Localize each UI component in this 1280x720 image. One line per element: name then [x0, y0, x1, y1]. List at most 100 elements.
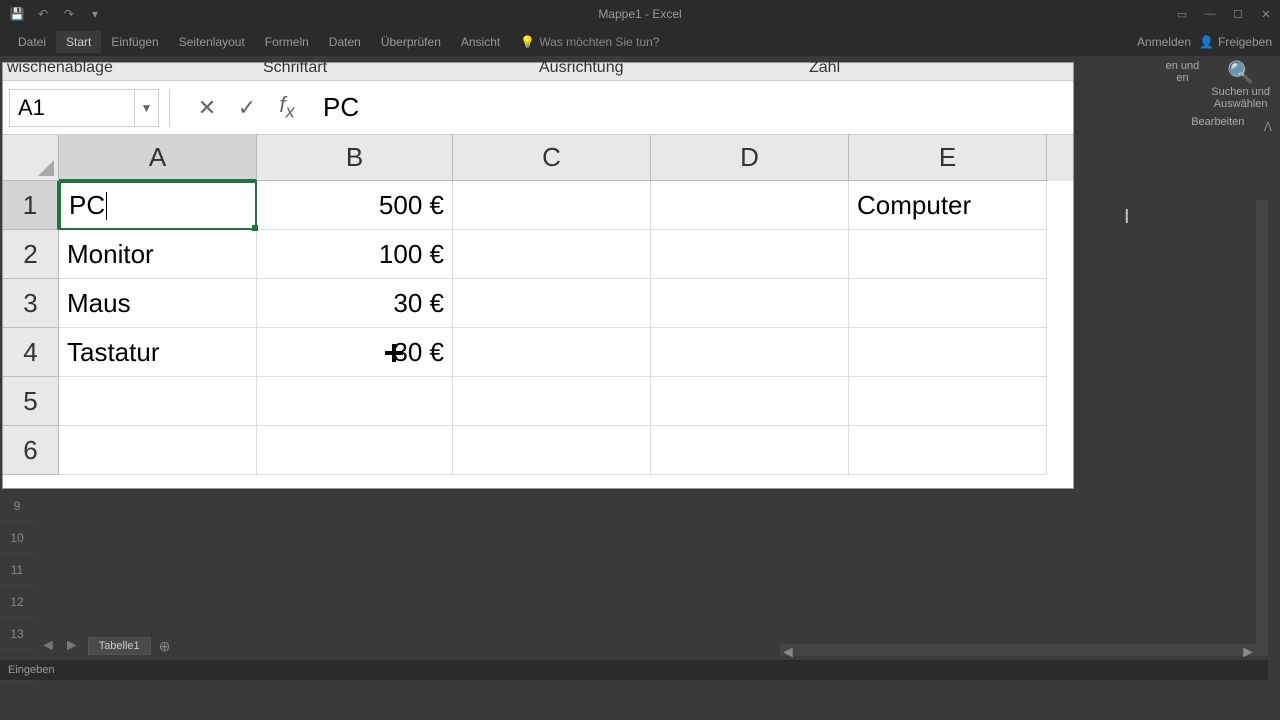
tab-ansicht[interactable]: Ansicht: [451, 31, 510, 53]
cell-C4[interactable]: [453, 328, 651, 377]
name-box[interactable]: A1 ▼: [9, 89, 159, 127]
cell-B1[interactable]: 500 €: [257, 181, 453, 230]
share-label: Freigeben: [1218, 35, 1272, 49]
find-label-1: Suchen und: [1211, 86, 1270, 98]
row-header-4[interactable]: 4: [3, 328, 59, 377]
col-header-B[interactable]: B: [257, 135, 453, 181]
cell-A6[interactable]: [59, 426, 257, 475]
tell-me-label: Was möchten Sie tun?: [539, 35, 659, 49]
cell-D3[interactable]: [651, 279, 849, 328]
cell-A3[interactable]: Maus: [59, 279, 257, 328]
share-icon: 👤: [1199, 35, 1214, 49]
tab-formeln[interactable]: Formeln: [255, 31, 319, 53]
sheet-tab-tabelle1[interactable]: Tabelle1: [88, 637, 151, 655]
share-button[interactable]: 👤 Freigeben: [1199, 35, 1272, 49]
bg-row-12[interactable]: 12: [0, 586, 34, 618]
tab-start[interactable]: Start: [56, 31, 101, 53]
name-box-dropdown-icon[interactable]: ▼: [134, 90, 158, 126]
undo-icon[interactable]: ↶: [34, 5, 52, 23]
col-header-A[interactable]: A: [59, 135, 257, 181]
cell-C6[interactable]: [453, 426, 651, 475]
spreadsheet-grid: A B C D E 1 2 3 4 5 6 PC 500 € Computer …: [3, 135, 1073, 488]
qat-dropdown-icon[interactable]: ▾: [86, 5, 104, 23]
maximize-icon[interactable]: ☐: [1224, 2, 1252, 26]
cell-E1[interactable]: Computer: [849, 181, 1047, 230]
editing-group: en und en 🔍 Suchen und Auswählen Bearbei…: [1166, 60, 1270, 128]
row-header-1[interactable]: 1: [3, 181, 59, 230]
find-label-2: Auswählen: [1214, 98, 1268, 110]
find-select-button[interactable]: 🔍 Suchen und Auswählen: [1211, 60, 1270, 110]
cell-B4[interactable]: 30 €: [257, 328, 453, 377]
cell-E5[interactable]: [849, 377, 1047, 426]
minimize-icon[interactable]: —: [1196, 2, 1224, 26]
cell-D4[interactable]: [651, 328, 849, 377]
row-header-5[interactable]: 5: [3, 377, 59, 426]
edit-caret: [106, 192, 107, 220]
cell-D2[interactable]: [651, 230, 849, 279]
cell-D1[interactable]: [651, 181, 849, 230]
col-header-E[interactable]: E: [849, 135, 1047, 181]
cell-B6[interactable]: [257, 426, 453, 475]
save-icon[interactable]: 💾: [8, 5, 26, 23]
enter-icon[interactable]: ✓: [227, 89, 267, 127]
tab-datei[interactable]: Datei: [8, 31, 56, 53]
cell-E6[interactable]: [849, 426, 1047, 475]
magnified-view: wischenablage Schriftart Ausrichtung Zah…: [3, 63, 1073, 488]
col-header-D[interactable]: D: [651, 135, 849, 181]
row-headers: 1 2 3 4 5 6: [3, 181, 59, 475]
cell-B2[interactable]: 100 €: [257, 230, 453, 279]
bg-row-9[interactable]: 9: [0, 490, 34, 522]
row-header-2[interactable]: 2: [3, 230, 59, 279]
select-all-button[interactable]: [3, 135, 59, 181]
lightbulb-icon: 💡: [520, 35, 535, 49]
redo-icon[interactable]: ↷: [60, 5, 78, 23]
cell-E4[interactable]: [849, 328, 1047, 377]
collapse-ribbon-icon[interactable]: ᐱ: [1264, 120, 1272, 134]
cell-D6[interactable]: [651, 426, 849, 475]
tell-me[interactable]: 💡 Was möchten Sie tun?: [510, 31, 669, 53]
sheet-tabs: ◄ ► Tabelle1 ⊕: [0, 636, 1268, 656]
cell-E2[interactable]: [849, 230, 1047, 279]
bg-row-10[interactable]: 10: [0, 522, 34, 554]
bg-row-11[interactable]: 11: [0, 554, 34, 586]
cell-A5[interactable]: [59, 377, 257, 426]
cell-A1[interactable]: PC: [59, 181, 257, 230]
cell-C2[interactable]: [453, 230, 651, 279]
fx-icon[interactable]: fx: [267, 89, 307, 127]
cancel-icon[interactable]: ✕: [187, 89, 227, 127]
window-controls: ▭ — ☐ ✕: [1168, 2, 1280, 26]
formula-input[interactable]: [307, 89, 1073, 127]
group-number: Zahl: [809, 59, 840, 77]
row-header-3[interactable]: 3: [3, 279, 59, 328]
cell-B3[interactable]: 30 €: [257, 279, 453, 328]
ribbon-options-icon[interactable]: ▭: [1168, 2, 1196, 26]
formula-bar-row: A1 ▼ ✕ ✓ fx: [3, 81, 1073, 135]
cell-D5[interactable]: [651, 377, 849, 426]
tab-seitenlayout[interactable]: Seitenlayout: [169, 31, 255, 53]
bg-row-headers: 9 10 11 12 13 14: [0, 490, 34, 656]
tab-einfuegen[interactable]: Einfügen: [101, 31, 168, 53]
name-box-value: A1: [10, 95, 134, 121]
cell-C3[interactable]: [453, 279, 651, 328]
signin-link[interactable]: Anmelden: [1137, 35, 1191, 49]
cell-A4[interactable]: Tastatur: [59, 328, 257, 377]
editing-section-label: Bearbeiten: [1191, 116, 1244, 128]
add-sheet-icon[interactable]: ⊕: [159, 638, 171, 655]
quick-access-toolbar: 💾 ↶ ↷ ▾: [0, 5, 104, 23]
cells-area: PC 500 € Computer Monitor 100 € Maus 30 …: [59, 181, 1073, 475]
tab-ueberpruefen[interactable]: Überprüfen: [371, 31, 451, 53]
tab-daten[interactable]: Daten: [319, 31, 371, 53]
close-icon[interactable]: ✕: [1252, 2, 1280, 26]
status-mode: Eingeben: [8, 664, 55, 676]
vertical-scrollbar[interactable]: [1256, 200, 1268, 656]
cell-E3[interactable]: [849, 279, 1047, 328]
cell-C5[interactable]: [453, 377, 651, 426]
row-header-6[interactable]: 6: [3, 426, 59, 475]
cell-A2[interactable]: Monitor: [59, 230, 257, 279]
fill-label-1: en und: [1166, 60, 1200, 72]
sheet-nav-prev-icon[interactable]: ◄: [40, 637, 56, 655]
cell-B5[interactable]: [257, 377, 453, 426]
sheet-nav-next-icon[interactable]: ►: [64, 637, 80, 655]
col-header-C[interactable]: C: [453, 135, 651, 181]
cell-C1[interactable]: [453, 181, 651, 230]
